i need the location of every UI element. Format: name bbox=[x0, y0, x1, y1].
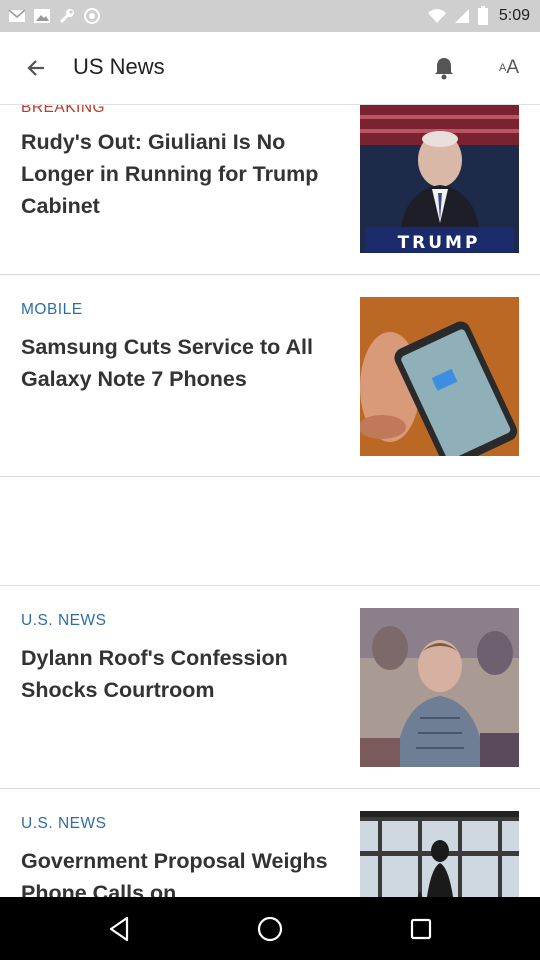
thumbnail-caption: TRUMP bbox=[398, 233, 481, 253]
empty-slot bbox=[0, 477, 540, 585]
app-bar: US News AA bbox=[0, 32, 540, 105]
bell-icon bbox=[435, 58, 453, 80]
article-headline: Samsung Cuts Service to All Galaxy Note … bbox=[21, 335, 313, 391]
photo-icon bbox=[34, 9, 50, 23]
mail-icon bbox=[8, 9, 26, 22]
font-size-button[interactable]: AA bbox=[490, 50, 528, 86]
page-title: US News bbox=[73, 54, 165, 79]
article-item[interactable]: MOBILE Samsung Cuts Service to All Galax… bbox=[0, 275, 540, 475]
article-item[interactable]: U.S. NEWS Government Proposal Weighs Pho… bbox=[0, 789, 540, 897]
article-item[interactable]: U.S. NEWS Dylann Roof's Confession Shock… bbox=[0, 586, 540, 787]
nav-back-button[interactable] bbox=[101, 911, 137, 947]
status-notification-icons bbox=[8, 7, 101, 25]
recents-square-icon bbox=[410, 918, 432, 940]
article-kicker: U.S. NEWS bbox=[21, 815, 107, 832]
font-size-small-label: A bbox=[498, 62, 507, 74]
system-nav-bar bbox=[0, 897, 540, 960]
article-list: BREAKING Rudy's Out: Giuliani Is No Long… bbox=[0, 105, 540, 897]
article-headline: Government Proposal Weighs Phone Calls o… bbox=[21, 849, 328, 897]
article-thumbnail: TRUMP bbox=[360, 105, 519, 264]
font-size-big-label: A bbox=[506, 57, 520, 78]
signal-icon bbox=[454, 9, 469, 23]
back-button[interactable] bbox=[18, 50, 54, 86]
article-item[interactable]: BREAKING Rudy's Out: Giuliani Is No Long… bbox=[0, 105, 540, 274]
target-icon bbox=[84, 8, 100, 24]
notifications-button[interactable] bbox=[426, 50, 462, 86]
nav-recents-button[interactable] bbox=[403, 911, 439, 947]
article-headline: Dylann Roof's Confession Shocks Courtroo… bbox=[21, 646, 288, 702]
article-headline: Rudy's Out: Giuliani Is No Longer in Run… bbox=[21, 130, 319, 218]
status-time: 5:09 bbox=[498, 7, 530, 24]
arrow-back-icon bbox=[27, 60, 44, 76]
wrench-icon bbox=[59, 9, 74, 24]
back-triangle-icon bbox=[109, 916, 129, 942]
article-thumbnail bbox=[360, 608, 519, 767]
status-system-icons: 5:09 bbox=[427, 6, 530, 26]
nav-home-button[interactable] bbox=[252, 911, 288, 947]
home-circle-icon bbox=[257, 916, 283, 942]
status-bar: 5:09 bbox=[0, 0, 540, 32]
battery-icon bbox=[477, 6, 488, 25]
wifi-icon bbox=[427, 9, 446, 23]
article-kicker: BREAKING bbox=[21, 105, 106, 116]
article-kicker: U.S. NEWS bbox=[21, 612, 107, 629]
article-thumbnail bbox=[360, 811, 519, 897]
article-thumbnail bbox=[360, 297, 519, 456]
article-kicker: MOBILE bbox=[21, 301, 83, 318]
